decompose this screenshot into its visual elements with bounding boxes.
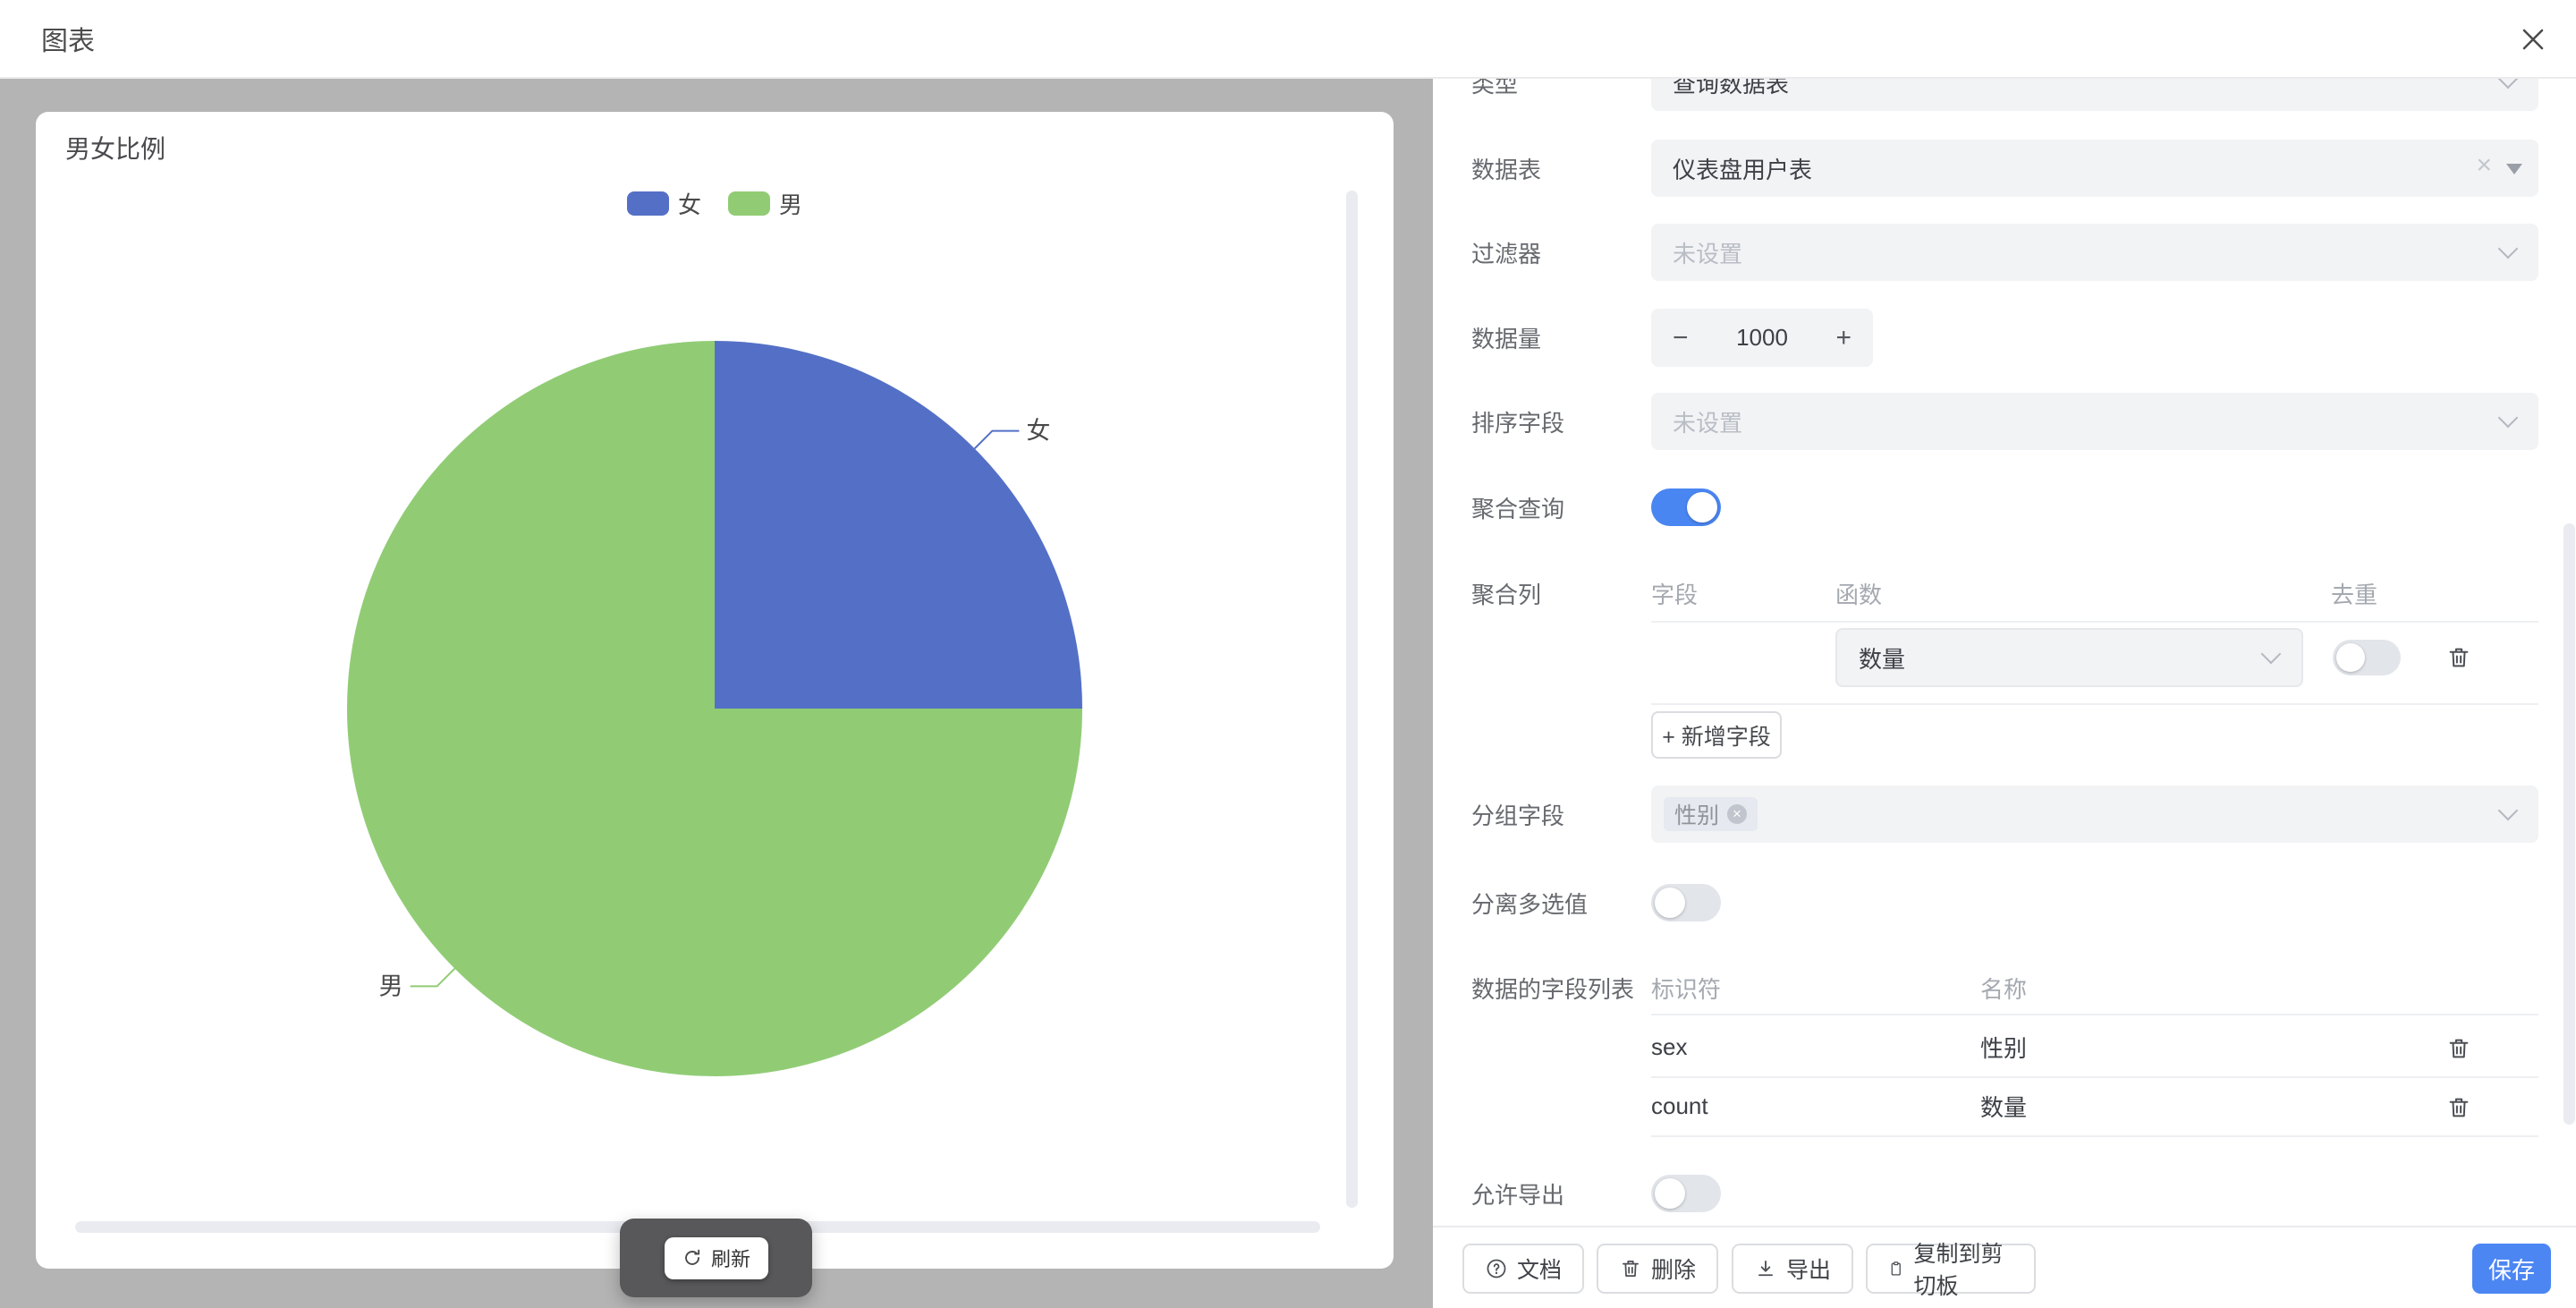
copy-to-clipboard-button[interactable]: 复制到剪切板 — [1866, 1244, 2036, 1294]
field-list-header-id: 标识符 — [1651, 959, 1721, 1016]
toggle-knob — [1687, 492, 1717, 522]
settings-panel: 类型 查询数据表 数据表 仪表盘用户表 × 过滤器 未设置 数据量 − 1000… — [1433, 79, 2576, 1308]
column-header-field: 字段 — [1651, 565, 1698, 622]
question-circle-icon — [1485, 1257, 1508, 1280]
export-button-label: 导出 — [1786, 1253, 1831, 1285]
copy-button-label: 复制到剪切板 — [1914, 1236, 2015, 1301]
function-select[interactable]: 数量 — [1835, 628, 2303, 687]
toggle-knob — [2336, 643, 2365, 672]
data-limit-value[interactable]: 1000 — [1736, 324, 1788, 352]
field-row-name: 数量 — [1980, 1077, 2027, 1134]
aggregate-query-label: 聚合查询 — [1471, 488, 1647, 526]
chevron-down-icon — [2498, 408, 2519, 429]
row-divider — [1651, 621, 2538, 623]
field-row-id: count — [1651, 1077, 1708, 1134]
column-header-dedup: 去重 — [2331, 565, 2377, 622]
save-button[interactable]: 保存 — [2472, 1244, 2551, 1294]
delete-button[interactable]: 删除 — [1597, 1244, 1718, 1294]
data-table-select[interactable]: 仪表盘用户表 × — [1651, 140, 2538, 197]
group-field-label: 分组字段 — [1471, 786, 1647, 843]
delete-field-row-button[interactable] — [2444, 1033, 2474, 1064]
pie-label-line-女 — [975, 431, 1020, 449]
data-table-select-value: 仪表盘用户表 — [1673, 152, 1812, 185]
field-row-id: sex — [1651, 1018, 1687, 1075]
separate-multi-toggle[interactable] — [1651, 884, 1721, 922]
field-list-label: 数据的字段列表 — [1471, 959, 1647, 1016]
allow-export-label: 允许导出 — [1471, 1175, 1647, 1212]
separate-multi-label: 分离多选值 — [1471, 884, 1647, 922]
doc-button[interactable]: 文档 — [1462, 1244, 1584, 1294]
field-row-name: 性别 — [1980, 1018, 2027, 1075]
row-divider — [1651, 703, 2538, 705]
clipboard-icon — [1887, 1257, 1905, 1280]
data-table-label: 数据表 — [1471, 140, 1647, 197]
close-icon — [2517, 23, 2549, 55]
trash-icon — [1619, 1257, 1642, 1280]
trash-icon — [2445, 1094, 2472, 1121]
tag-remove-icon[interactable]: × — [1727, 804, 1747, 824]
data-limit-stepper: − 1000 + — [1651, 309, 1873, 367]
aggregate-query-toggle[interactable] — [1651, 488, 1721, 526]
dialog-header: 图表 — [0, 0, 2576, 79]
delete-aggregate-row-button[interactable] — [2444, 642, 2474, 673]
clear-icon[interactable]: × — [2476, 150, 2492, 181]
chart-config-dialog: 图表 男女比例 女 男 女男 — [0, 0, 2576, 1308]
add-field-button[interactable]: + 新增字段 — [1651, 711, 1782, 759]
filter-label: 过滤器 — [1471, 224, 1647, 281]
row-divider — [1651, 1014, 2538, 1015]
refresh-toolbar: 刷新 — [620, 1219, 812, 1297]
pie-slice-label-男: 男 — [379, 973, 403, 999]
delete-field-row-button[interactable] — [2444, 1092, 2474, 1123]
row-divider — [1651, 1076, 2538, 1078]
type-select-value: 查询数据表 — [1673, 79, 1789, 99]
chevron-down-icon — [2498, 239, 2519, 259]
pie-chart[interactable]: 女男 — [36, 112, 1394, 1269]
chevron-down-icon — [2498, 79, 2519, 89]
chart-card: 男女比例 女 男 女男 — [36, 112, 1394, 1269]
type-select[interactable]: 查询数据表 — [1651, 79, 2538, 111]
group-field-tag-label: 性别 — [1674, 798, 1719, 830]
allow-export-toggle[interactable] — [1651, 1175, 1721, 1212]
trash-icon — [2445, 644, 2472, 671]
sort-field-label: 排序字段 — [1471, 393, 1647, 450]
window-scrollbar[interactable] — [2563, 523, 2575, 1125]
pie-label-line-男 — [411, 969, 455, 987]
dialog-title: 图表 — [41, 0, 95, 77]
data-limit-label: 数据量 — [1471, 309, 1647, 367]
filter-select[interactable]: 未设置 — [1651, 224, 2538, 281]
chart-vertical-scrollbar[interactable] — [1346, 191, 1358, 1208]
delete-button-label: 删除 — [1651, 1253, 1696, 1285]
toggle-knob — [1655, 888, 1685, 918]
type-label: 类型 — [1471, 79, 1647, 111]
refresh-icon — [682, 1247, 703, 1269]
dedup-toggle[interactable] — [2333, 640, 2401, 675]
export-button[interactable]: 导出 — [1732, 1244, 1853, 1294]
refresh-button[interactable]: 刷新 — [665, 1237, 768, 1279]
pie-slice-label-女: 女 — [1026, 418, 1050, 445]
increment-button[interactable]: + — [1835, 323, 1852, 353]
decrement-button[interactable]: − — [1673, 323, 1689, 353]
close-button[interactable] — [2515, 21, 2551, 57]
pie-slice-女[interactable] — [715, 341, 1082, 709]
sort-field-select[interactable]: 未设置 — [1651, 393, 2538, 450]
field-list-header-name: 名称 — [1980, 959, 2027, 1016]
group-field-select[interactable]: 性别 × — [1651, 786, 2538, 843]
refresh-label: 刷新 — [711, 1244, 750, 1272]
footer-divider — [1433, 1226, 2576, 1227]
chevron-down-icon — [2498, 801, 2519, 821]
download-icon — [1754, 1257, 1777, 1280]
function-select-value: 数量 — [1859, 641, 1905, 675]
chevron-down-icon — [2261, 644, 2282, 665]
row-divider — [1651, 1135, 2538, 1137]
column-header-function: 函数 — [1835, 565, 1882, 622]
sort-field-placeholder: 未设置 — [1673, 405, 1742, 438]
group-field-tag: 性别 × — [1664, 797, 1758, 831]
caret-down-icon — [2506, 164, 2522, 174]
filter-select-placeholder: 未设置 — [1673, 236, 1742, 269]
doc-button-label: 文档 — [1517, 1253, 1562, 1285]
toggle-knob — [1655, 1178, 1685, 1209]
trash-icon — [2445, 1035, 2472, 1062]
aggregate-columns-label: 聚合列 — [1471, 565, 1647, 622]
